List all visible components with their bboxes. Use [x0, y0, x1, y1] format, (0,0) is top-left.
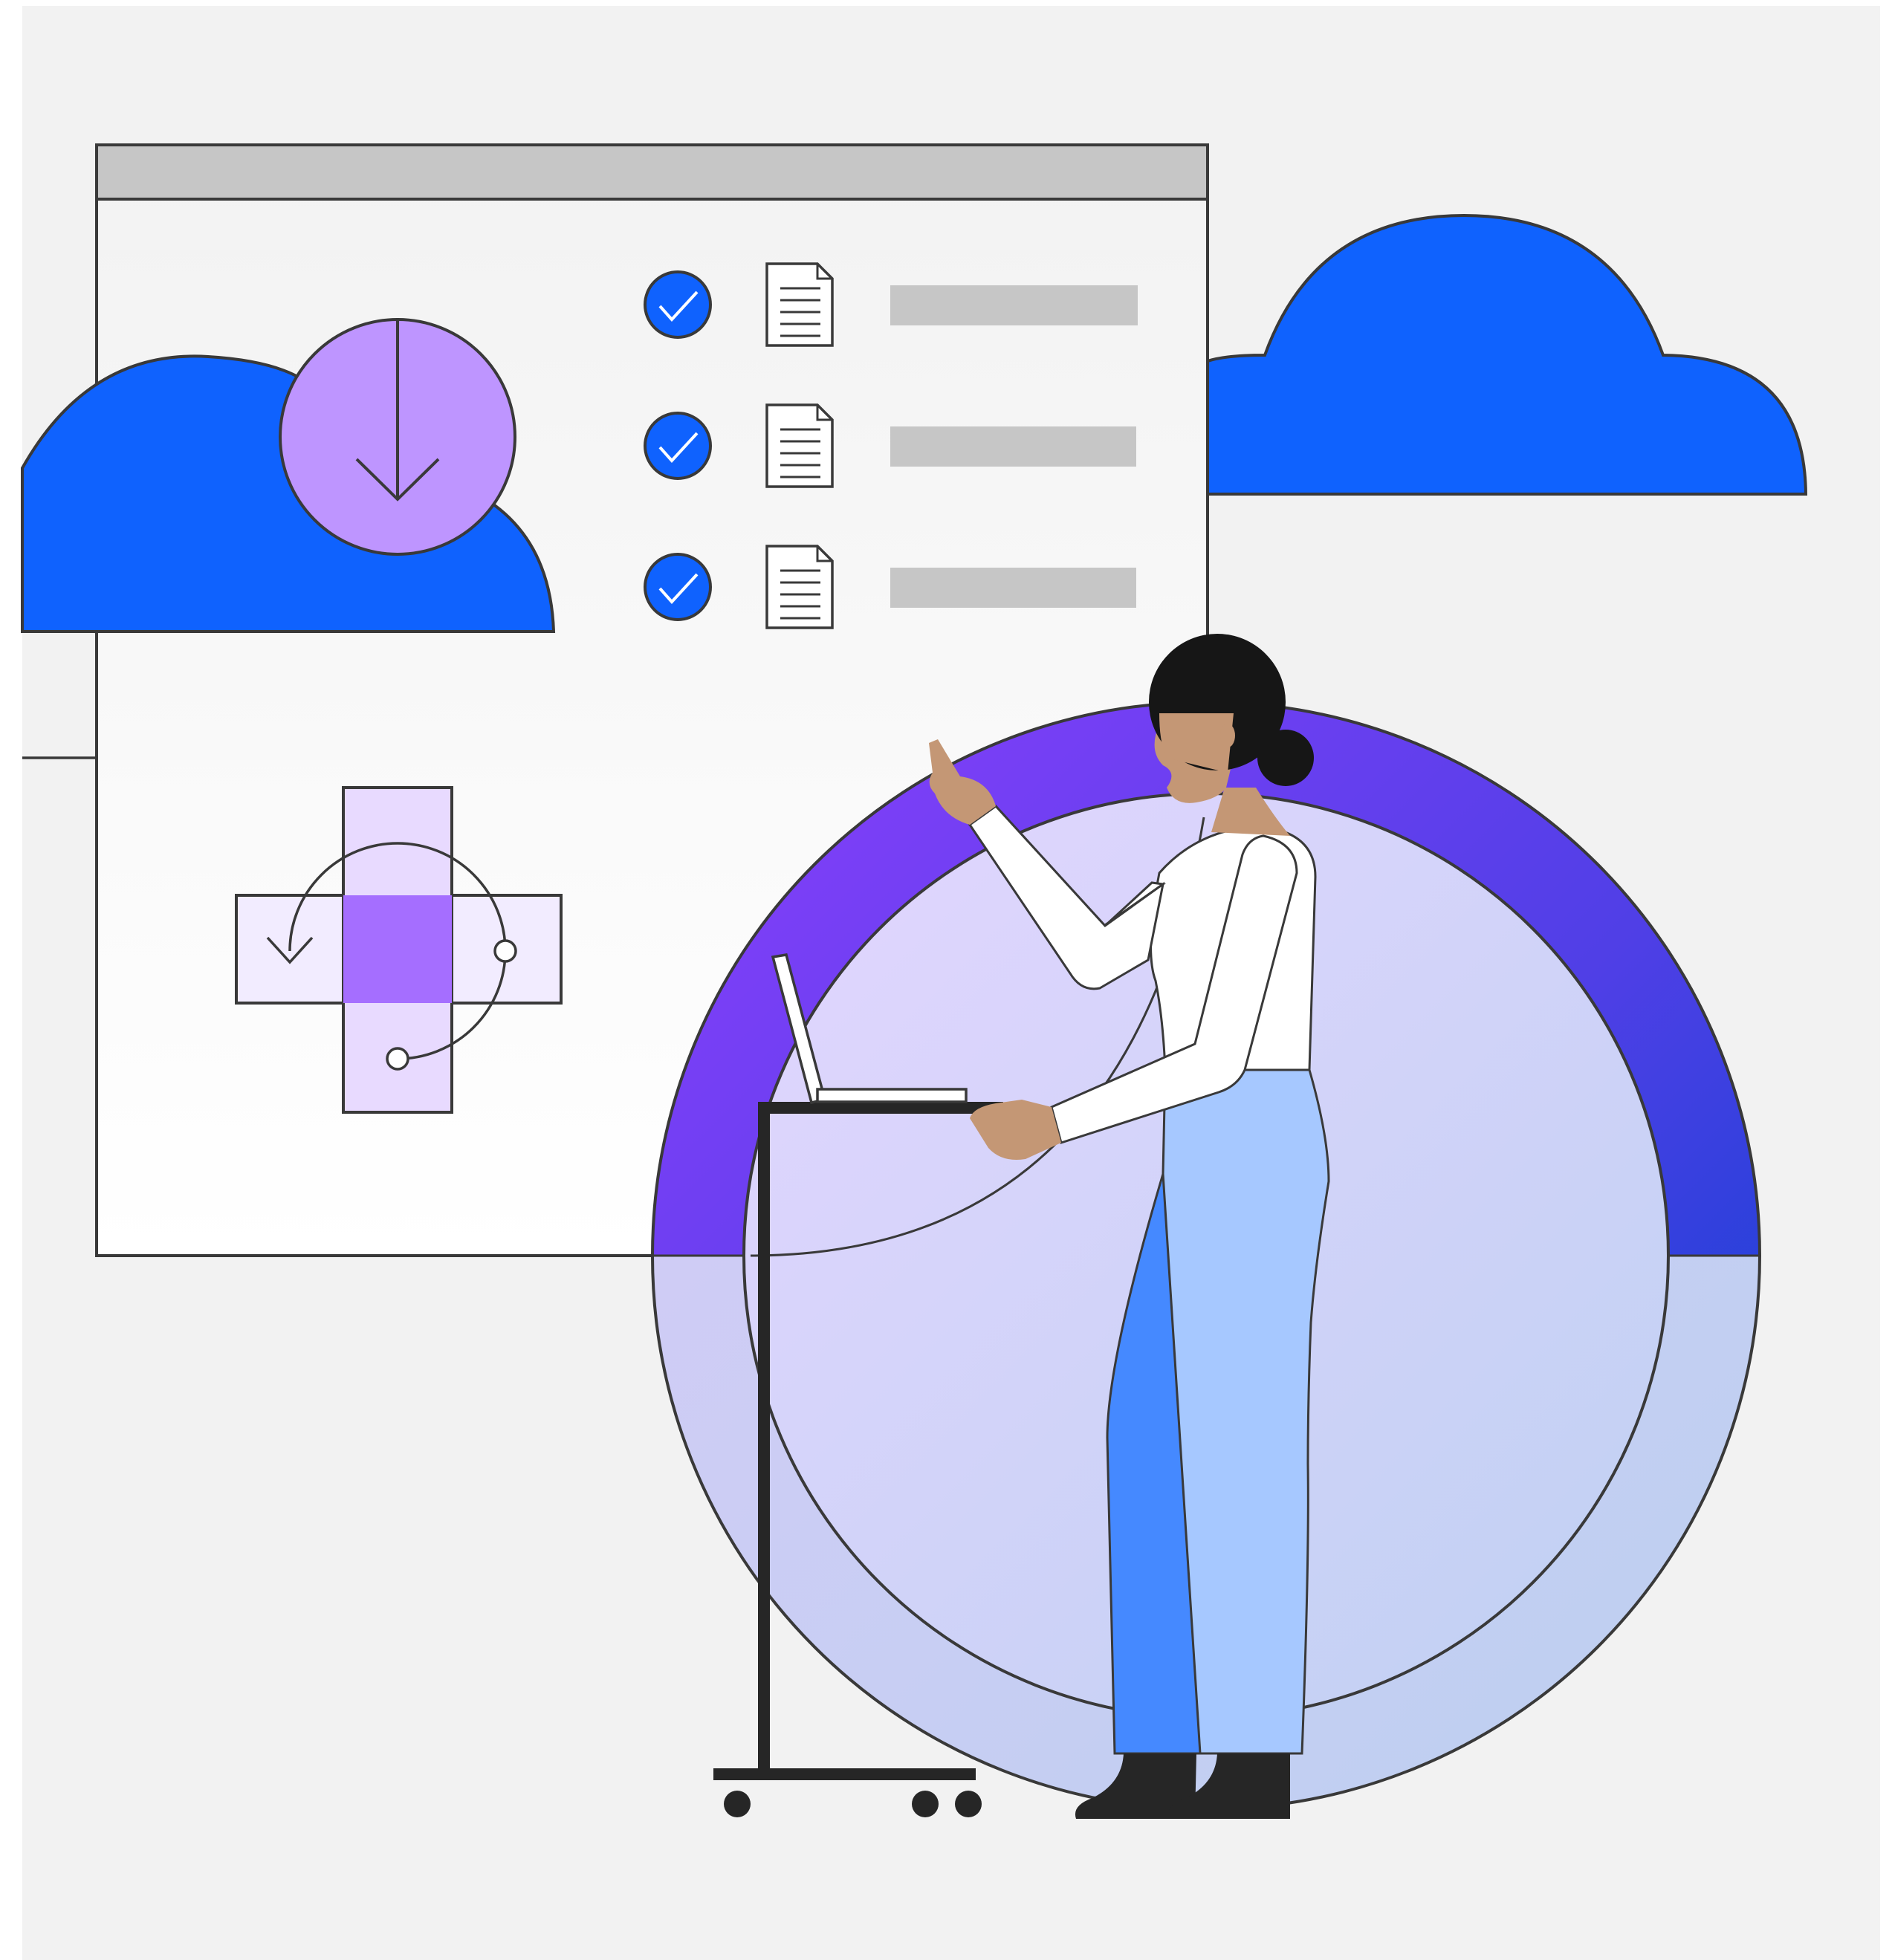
download-icon: [279, 318, 516, 556]
text-placeholder-bar: [890, 426, 1136, 467]
check-icon: [644, 553, 712, 621]
document-icon: [765, 545, 834, 629]
check-icon: [644, 270, 712, 339]
cloud-migration-illustration: [21, 6, 1880, 1960]
text-placeholder-bar: [890, 568, 1136, 608]
document-icon: [765, 262, 834, 347]
document-icon: [765, 403, 834, 488]
check-icon: [644, 412, 712, 480]
window-title-bar: [95, 143, 1209, 201]
text-placeholder-bar: [890, 285, 1138, 325]
